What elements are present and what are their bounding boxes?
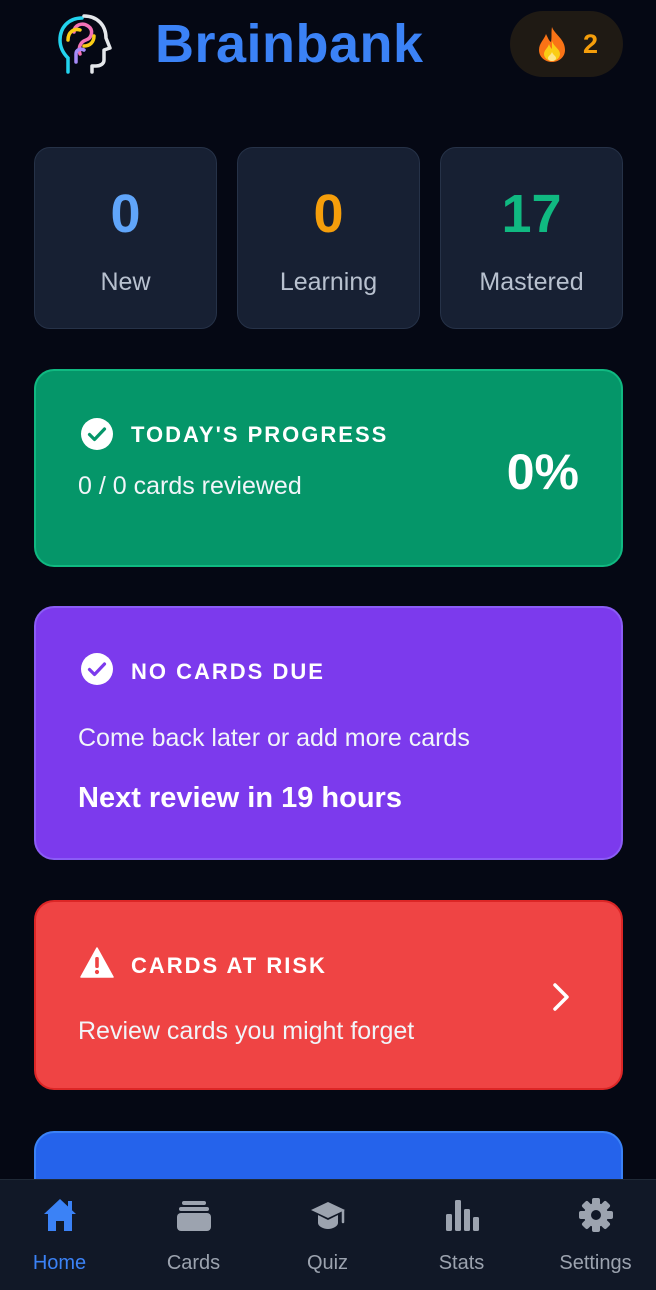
app-title: Brainbank: [155, 14, 424, 74]
gear-icon: [579, 1198, 613, 1232]
stat-new-value: 0: [110, 184, 141, 244]
next-review-text: Next review in 19 hours: [78, 782, 402, 814]
nav-label-home: Home: [32, 1252, 87, 1274]
nav-item-home[interactable]: Home: [0, 1180, 125, 1290]
stat-learning[interactable]: 0 Learning: [237, 147, 420, 329]
app-header: Brainbank 2: [0, 0, 656, 90]
nav-item-quiz[interactable]: Quiz: [262, 1180, 393, 1290]
no-cards-due-card: NO CARDS DUE Come back later or add more…: [34, 606, 623, 860]
bar-chart-icon: [446, 1200, 479, 1231]
bottom-nav: Home Cards Quiz Stats Settings: [0, 1179, 656, 1290]
cards-icon: [177, 1201, 211, 1231]
stat-learning-value: 0: [313, 184, 344, 244]
nav-label-quiz: Quiz: [306, 1252, 349, 1274]
nav-item-settings[interactable]: Settings: [530, 1180, 656, 1290]
graduation-cap-icon: [311, 1202, 345, 1229]
streak-count: 2: [582, 28, 599, 59]
nav-label-stats: Stats: [438, 1252, 485, 1274]
nav-label-settings: Settings: [559, 1252, 632, 1274]
risk-subtitle: Review cards you might forget: [78, 1017, 415, 1045]
progress-subtitle: 0 / 0 cards reviewed: [78, 472, 302, 500]
home-icon: [44, 1199, 76, 1231]
due-title: NO CARDS DUE: [131, 659, 325, 684]
nav-item-stats[interactable]: Stats: [396, 1180, 527, 1290]
brain-head-logo: [58, 14, 112, 74]
due-subtitle: Come back later or add more cards: [78, 724, 470, 752]
stat-learning-label: Learning: [279, 268, 378, 296]
check-circle-icon: [81, 418, 113, 450]
stat-mastered-label: Mastered: [479, 268, 584, 296]
stat-new-label: New: [100, 268, 151, 296]
check-circle-icon: [81, 653, 113, 685]
stat-mastered[interactable]: 17 Mastered: [440, 147, 623, 329]
stat-new[interactable]: 0 New: [34, 147, 217, 329]
nav-item-cards[interactable]: Cards: [128, 1180, 259, 1290]
flame-icon: [538, 27, 565, 62]
todays-progress-card: TODAY'S PROGRESS 0 / 0 cards reviewed 0%: [34, 369, 623, 567]
progress-percent: 0%: [506, 444, 579, 500]
risk-title: CARDS AT RISK: [131, 953, 327, 978]
streak-badge[interactable]: 2: [510, 11, 623, 77]
cards-at-risk-card[interactable]: CARDS AT RISK Review cards you might for…: [34, 900, 623, 1090]
chevron-right-icon: [553, 983, 569, 1011]
warning-triangle-icon: [80, 947, 114, 978]
progress-title: TODAY'S PROGRESS: [131, 422, 389, 447]
nav-label-cards: Cards: [166, 1252, 221, 1274]
stat-mastered-value: 17: [501, 184, 562, 244]
